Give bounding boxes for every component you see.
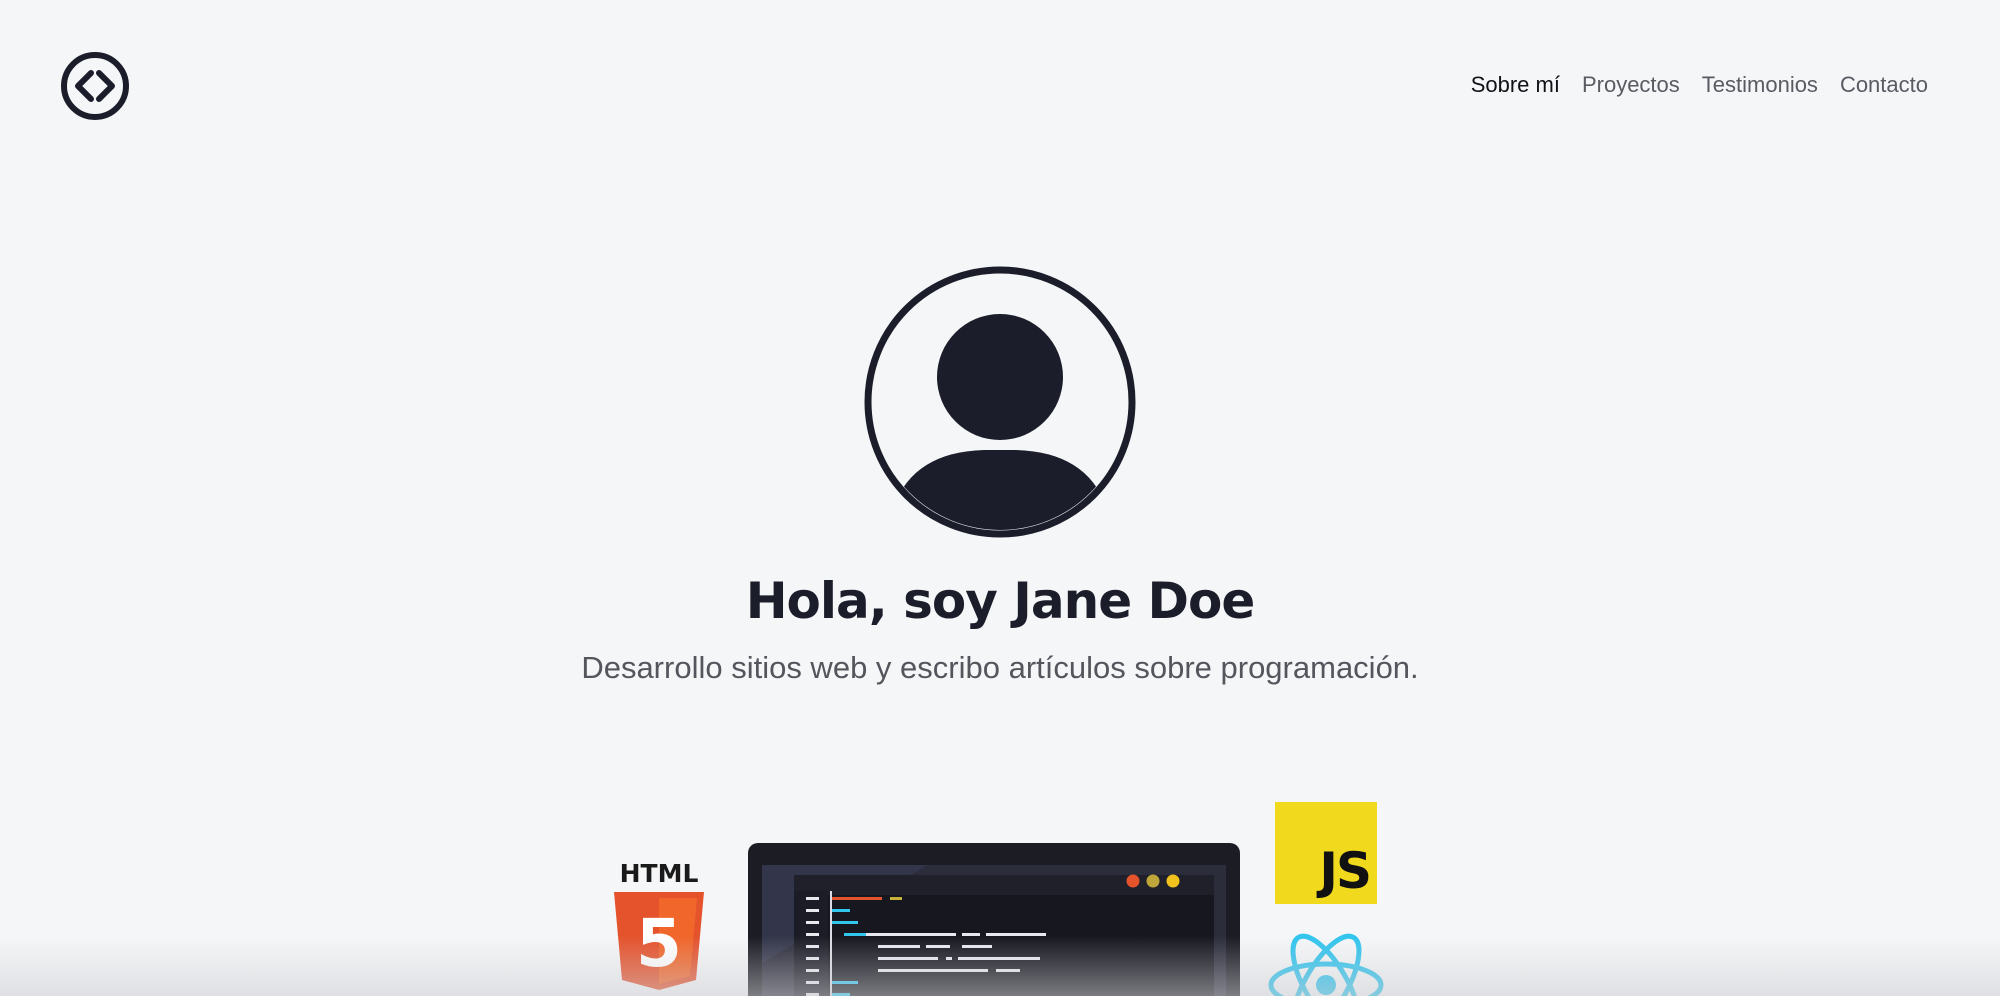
laptop-code-icon bbox=[748, 843, 1240, 996]
javascript-label: JS bbox=[1319, 842, 1372, 900]
code-brackets-icon[interactable] bbox=[60, 51, 130, 121]
html5-icon: HTML 5 bbox=[614, 859, 704, 990]
hero-subtitle: Desarrollo sitios web y escribo artículo… bbox=[581, 650, 1419, 685]
javascript-icon: JS bbox=[1275, 802, 1377, 904]
portfolio-page: Sobre mí Proyectos Testimonios Contacto … bbox=[0, 0, 2000, 996]
nav-link-sobre-mi[interactable]: Sobre mí bbox=[1471, 72, 1560, 98]
html5-number: 5 bbox=[636, 905, 682, 982]
react-atom-icon bbox=[1268, 933, 1384, 996]
nav-link-contacto[interactable]: Contacto bbox=[1840, 72, 1928, 98]
html5-label: HTML bbox=[620, 859, 699, 888]
main-nav: Sobre mí Proyectos Testimonios Contacto bbox=[1471, 72, 1928, 98]
hero-title: Hola, soy Jane Doe bbox=[745, 572, 1256, 630]
nav-link-testimonios[interactable]: Testimonios bbox=[1702, 72, 1818, 98]
user-avatar-icon bbox=[864, 266, 1136, 538]
nav-link-proyectos[interactable]: Proyectos bbox=[1582, 72, 1680, 98]
